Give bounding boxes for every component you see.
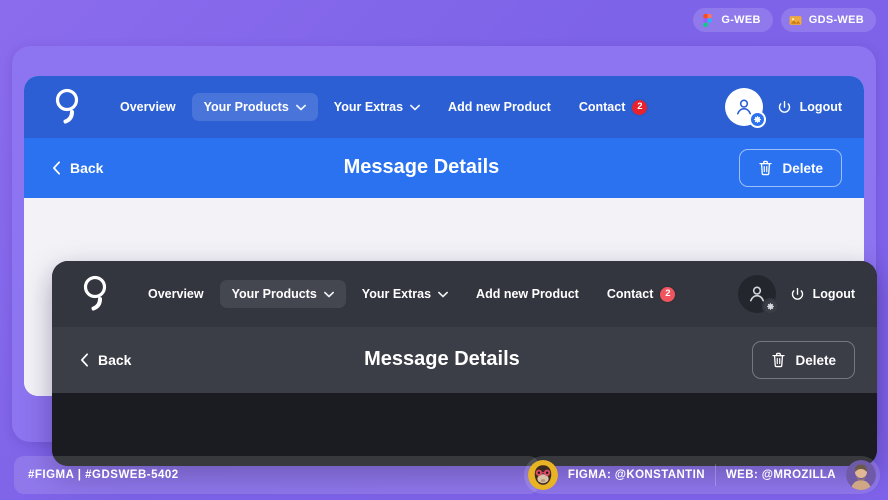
dark-nav-item-contact-label: Contact xyxy=(606,287,654,301)
nav-item-your-extras[interactable]: Your Extras xyxy=(322,93,432,121)
figma-icon xyxy=(703,13,713,27)
dark-nav-item-your-products-label: Your Products xyxy=(231,287,317,301)
top-badge-bar: G-WEB GDS-WEB xyxy=(0,0,888,40)
badge-g-web-label: G-WEB xyxy=(721,14,761,26)
light-navbar: Overview Your Products Your Extras Add n… xyxy=(24,76,864,138)
back-button[interactable]: Back xyxy=(52,160,103,176)
gear-icon xyxy=(753,116,761,123)
dark-nav-item-add-new-product-label: Add new Product xyxy=(476,287,579,301)
settings-badge[interactable] xyxy=(748,111,766,128)
dark-nav-item-your-extras-label: Your Extras xyxy=(361,287,432,301)
figma-credit-label: FIGMA: @KONSTANTIN xyxy=(567,469,705,481)
brand-logo[interactable] xyxy=(80,274,110,314)
light-nav-links: Overview Your Products Your Extras Add n… xyxy=(108,93,659,122)
chevron-left-icon xyxy=(81,353,88,367)
chevron-left-icon xyxy=(53,161,60,175)
chevron-down-icon xyxy=(295,104,306,110)
dark-delete-button[interactable]: Delete xyxy=(752,341,855,379)
dark-back-label: Back xyxy=(98,352,132,368)
delete-button[interactable]: Delete xyxy=(739,149,842,187)
image-icon xyxy=(789,15,802,25)
dark-nav-item-overview[interactable]: Overview xyxy=(136,280,216,308)
contact-count-badge: 2 xyxy=(632,99,648,115)
dark-delete-label: Delete xyxy=(795,352,836,368)
figma-author-avatar xyxy=(527,460,558,490)
chevron-down-icon xyxy=(323,291,334,297)
gear-icon xyxy=(766,303,774,310)
web-credit-label: WEB: @MROZILLA xyxy=(725,469,836,481)
web-author-avatar xyxy=(846,460,876,490)
ticket-label: #FIGMA | #GDSWEB-5402 xyxy=(28,469,179,481)
dark-nav-item-overview-label: Overview xyxy=(148,287,204,301)
chevron-down-icon xyxy=(438,291,449,297)
light-nav-right: Logout xyxy=(724,88,842,128)
dark-account-avatar[interactable] xyxy=(737,275,779,315)
dark-nav-right: Logout xyxy=(737,275,855,315)
badge-gds-web[interactable]: GDS-WEB xyxy=(780,8,876,32)
power-icon xyxy=(778,100,790,113)
dark-subheader: Back Message Details Delete xyxy=(52,327,877,393)
dark-theme-panel: Overview Your Products Your Extras Add n… xyxy=(52,261,877,466)
dark-nav-links: Overview Your Products Your Extras Add n… xyxy=(136,280,687,309)
badge-gds-web-label: GDS-WEB xyxy=(808,14,864,26)
nav-item-your-products[interactable]: Your Products xyxy=(191,93,318,121)
back-label: Back xyxy=(70,160,104,176)
dark-navbar: Overview Your Products Your Extras Add n… xyxy=(52,261,877,327)
trash-icon xyxy=(772,352,786,368)
account-avatar[interactable] xyxy=(724,88,766,128)
power-icon xyxy=(791,287,803,300)
nav-item-overview-label: Overview xyxy=(120,100,176,114)
nav-item-your-extras-label: Your Extras xyxy=(333,100,404,114)
logout-button[interactable]: Logout xyxy=(777,100,842,115)
page-title: Message Details xyxy=(343,156,500,178)
dark-nav-item-your-extras[interactable]: Your Extras xyxy=(350,280,460,308)
nav-item-contact[interactable]: Contact 2 xyxy=(567,93,660,122)
ticket-bar: #FIGMA | #GDSWEB-5402 xyxy=(14,456,539,494)
delete-label: Delete xyxy=(782,160,823,176)
trash-icon xyxy=(759,160,773,176)
dark-contact-count-badge: 2 xyxy=(660,286,676,302)
dark-nav-item-your-products[interactable]: Your Products xyxy=(219,280,346,308)
app-card: Overview Your Products Your Extras Add n… xyxy=(12,46,877,466)
dark-title-slot: Message Details xyxy=(131,348,752,372)
light-subheader: Back Message Details Delete xyxy=(24,138,864,198)
dark-back-button[interactable]: Back xyxy=(80,352,131,368)
logout-label: Logout xyxy=(799,100,842,114)
dark-nav-item-contact[interactable]: Contact 2 xyxy=(595,280,688,309)
dark-page-title: Message Details xyxy=(364,348,520,370)
chevron-down-icon xyxy=(410,104,421,110)
badge-g-web[interactable]: G-WEB xyxy=(693,8,773,32)
dark-nav-item-add-new-product[interactable]: Add new Product xyxy=(464,280,591,308)
nav-item-contact-label: Contact xyxy=(578,100,626,114)
dark-logout-button[interactable]: Logout xyxy=(790,287,855,302)
light-title-slot: Message Details xyxy=(103,156,739,180)
credits-bar: FIGMA: @KONSTANTIN WEB: @MROZILLA xyxy=(523,456,880,494)
dark-logout-label: Logout xyxy=(812,287,855,301)
nav-item-your-products-label: Your Products xyxy=(203,100,289,114)
nav-item-add-new-product[interactable]: Add new Product xyxy=(436,93,563,121)
nav-item-add-new-product-label: Add new Product xyxy=(448,100,551,114)
dark-settings-badge[interactable] xyxy=(761,298,779,315)
nav-item-overview[interactable]: Overview xyxy=(108,93,188,121)
brand-logo[interactable] xyxy=(52,87,82,127)
credits-divider xyxy=(714,464,716,486)
